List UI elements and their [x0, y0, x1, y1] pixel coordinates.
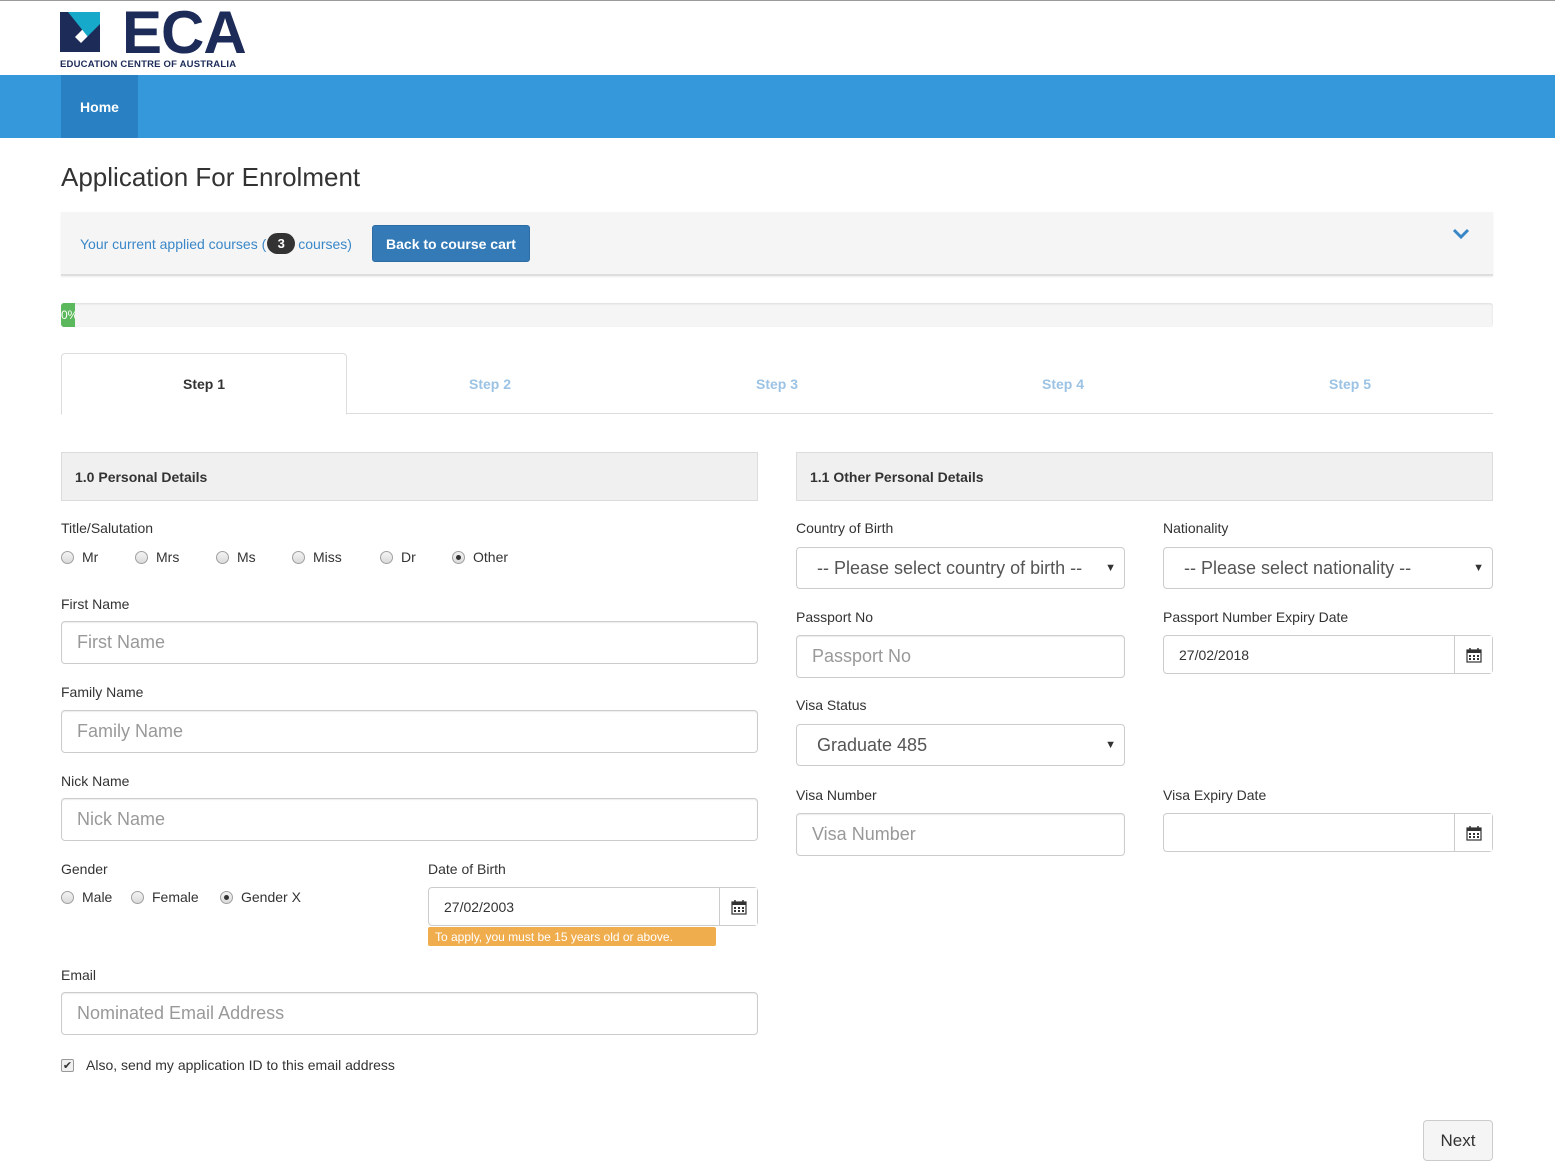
course-cart-panel: Your current applied courses ( 3 courses…: [61, 212, 1493, 276]
back-to-course-cart-button[interactable]: Back to course cart: [372, 225, 530, 262]
passport-expiry-value: 27/02/2018: [1179, 646, 1250, 663]
logo-wordmark: ECA: [122, 0, 247, 66]
date-of-birth-value: 27/02/2003: [444, 898, 515, 915]
tab-step-1[interactable]: Step 1: [61, 353, 347, 415]
visa-status-select[interactable]: Graduate 485 ▼: [796, 724, 1125, 766]
nationality-label: Nationality: [1163, 520, 1229, 536]
first-name-label: First Name: [61, 596, 130, 612]
nationality-value: -- Please select nationality --: [1184, 557, 1412, 578]
radio-circle: [135, 550, 148, 564]
course-count-badge: 3: [267, 233, 296, 254]
tab-step-5[interactable]: Step 5: [1207, 353, 1493, 414]
applied-courses-text[interactable]: Your current applied courses ( 3 courses…: [80, 233, 352, 254]
send-id-label: Also, send my application ID to this ema…: [86, 1057, 395, 1073]
radio-circle: [61, 890, 74, 904]
visa-status-label: Visa Status: [796, 697, 867, 713]
family-name-label: Family Name: [61, 684, 144, 700]
eca-logo-icon: [60, 12, 100, 52]
passport-no-input[interactable]: Passport No: [796, 635, 1125, 678]
gender-radio-male[interactable]: Male: [61, 889, 131, 905]
tab-step-4[interactable]: Step 4: [920, 353, 1206, 414]
calendar-icon[interactable]: [1454, 636, 1492, 673]
radio-circle: [292, 550, 305, 564]
title-radio-dr[interactable]: Dr: [380, 549, 452, 565]
title-radio-mr[interactable]: Mr: [61, 549, 135, 565]
country-of-birth-select[interactable]: -- Please select country of birth -- ▼: [796, 547, 1125, 589]
passport-no-label: Passport No: [796, 609, 874, 625]
next-button[interactable]: Next: [1423, 1120, 1493, 1161]
main-navbar: Home: [0, 75, 1555, 138]
title-radio-miss[interactable]: Miss: [292, 549, 380, 565]
family-name-input[interactable]: Family Name: [61, 710, 758, 753]
radio-label: Female: [152, 889, 199, 905]
nav-home-link[interactable]: Home: [61, 75, 138, 138]
radio-label: Ms: [237, 549, 256, 565]
send-id-checkbox[interactable]: ✔: [61, 1058, 74, 1072]
radio-label: Male: [82, 889, 113, 905]
country-of-birth-value: -- Please select country of birth --: [817, 557, 1083, 578]
dropdown-caret-icon: ▼: [1105, 739, 1116, 751]
nationality-select[interactable]: -- Please select nationality -- ▼: [1163, 547, 1493, 589]
other-personal-details-header: 1.1 Other Personal Details: [796, 452, 1493, 501]
calendar-icon[interactable]: [719, 888, 757, 925]
radio-label: Dr: [401, 549, 416, 565]
nick-name-input[interactable]: Nick Name: [61, 798, 758, 841]
radio-circle: [380, 550, 393, 564]
email-input[interactable]: Nominated Email Address: [61, 992, 758, 1035]
application-progress: 0%: [61, 303, 1493, 327]
title-radio-mrs[interactable]: Mrs: [135, 549, 216, 565]
visa-number-label: Visa Number: [796, 787, 877, 803]
passport-expiry-field[interactable]: 27/02/2018: [1163, 635, 1493, 674]
radio-label: Gender X: [241, 889, 301, 905]
dropdown-caret-icon: ▼: [1473, 562, 1484, 574]
title-salutation-label: Title/Salutation: [61, 520, 154, 536]
gender-radio-female[interactable]: Female: [131, 889, 220, 905]
radio-circle-selected: [452, 550, 465, 564]
first-name-input[interactable]: First Name: [61, 621, 758, 664]
dropdown-caret-icon: ▼: [1105, 562, 1116, 574]
radio-circle: [131, 890, 144, 904]
passport-expiry-label: Passport Number Expiry Date: [1163, 609, 1349, 625]
radio-circle: [61, 550, 74, 564]
gender-label: Gender: [61, 861, 108, 877]
logo-subtitle: EDUCATION CENTRE OF AUSTRALIA: [60, 59, 237, 70]
progress-bar-fill: 0%: [61, 303, 75, 327]
age-warning-badge: To apply, you must be 15 years old or ab…: [428, 927, 716, 946]
radio-label: Mr: [82, 549, 99, 565]
visa-status-value: Graduate 485: [817, 734, 928, 755]
gender-radio-gender-x[interactable]: Gender X: [220, 889, 301, 905]
radio-label: Other: [473, 549, 509, 565]
radio-label: Miss: [313, 549, 342, 565]
chevron-down-icon[interactable]: [1451, 224, 1471, 244]
country-of-birth-label: Country of Birth: [796, 520, 894, 536]
visa-number-input[interactable]: Visa Number: [796, 813, 1125, 856]
eca-logo[interactable]: ECA EDUCATION CENTRE OF AUSTRALIA: [60, 0, 260, 72]
applied-courses-prefix: Your current applied courses (: [80, 235, 267, 252]
tab-step-2[interactable]: Step 2: [347, 353, 633, 414]
radio-circle-selected: [220, 890, 233, 904]
date-of-birth-field[interactable]: 27/02/2003: [428, 887, 758, 926]
title-radio-group: Mr Mrs Ms Miss Dr Other: [61, 549, 508, 565]
tab-step-3[interactable]: Step 3: [634, 353, 920, 414]
radio-label: Mrs: [156, 549, 180, 565]
visa-expiry-label: Visa Expiry Date: [1163, 787, 1267, 803]
radio-circle: [216, 550, 229, 564]
send-id-checkbox-row: ✔ Also, send my application ID to this e…: [61, 1057, 395, 1073]
date-of-birth-label: Date of Birth: [428, 861, 506, 877]
page-title: Application For Enrolment: [61, 162, 361, 192]
nick-name-label: Nick Name: [61, 773, 130, 789]
title-radio-ms[interactable]: Ms: [216, 549, 292, 565]
step-tabs: Step 1 Step 2 Step 3 Step 4 Step 5: [61, 353, 1493, 415]
applied-courses-suffix: courses): [298, 235, 352, 252]
gender-radio-group: Male Female Gender X: [61, 889, 301, 905]
personal-details-header: 1.0 Personal Details: [61, 452, 758, 501]
title-radio-other[interactable]: Other: [452, 549, 508, 565]
calendar-icon[interactable]: [1454, 814, 1492, 851]
email-label: Email: [61, 967, 97, 983]
visa-expiry-field[interactable]: [1163, 813, 1493, 852]
